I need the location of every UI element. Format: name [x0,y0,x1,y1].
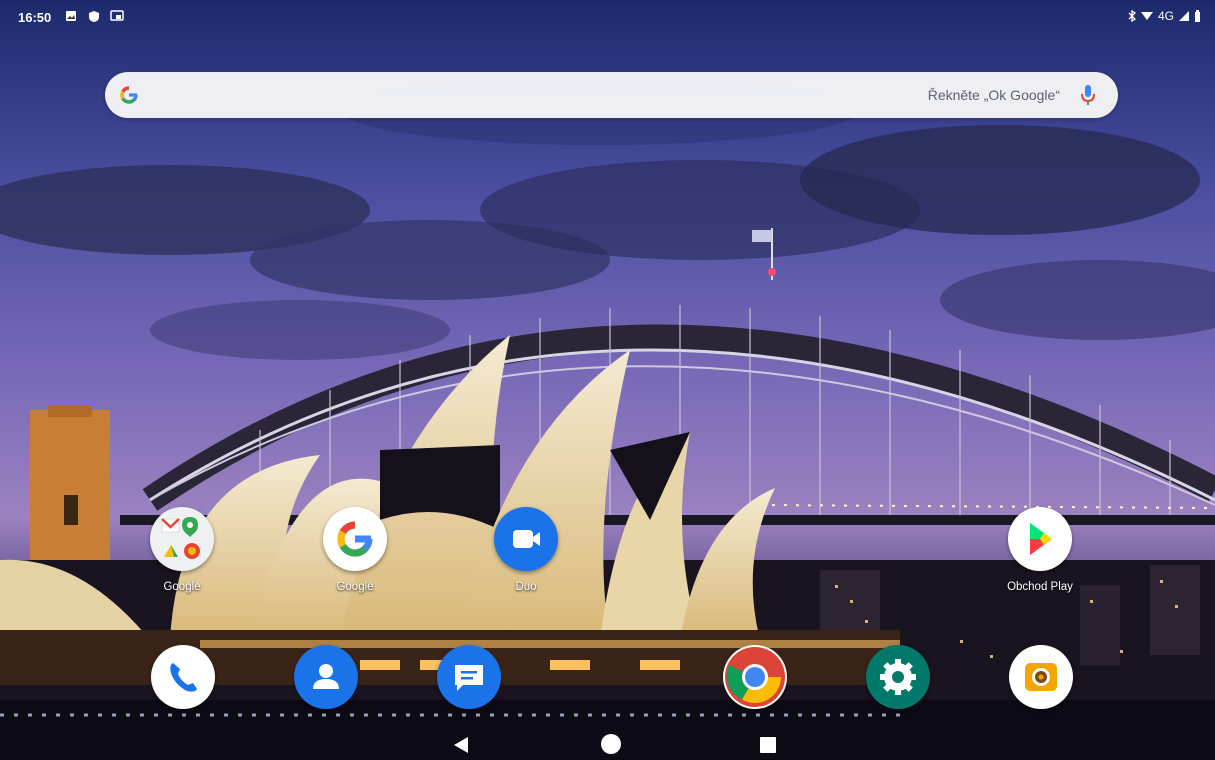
camera-icon [1009,645,1073,709]
mic-icon[interactable] [1080,83,1096,107]
cast-icon [110,10,124,21]
dock-phone[interactable] [143,645,223,709]
wifi-icon [1140,12,1153,20]
home-icon[interactable] [600,733,622,755]
battery-icon [1195,10,1200,22]
status-bar: 16:50 4G [0,0,1215,34]
network-type: 4G [1157,9,1174,23]
app-label: Google [336,581,374,593]
messages-icon [437,645,501,709]
contacts-icon [294,645,358,709]
chrome-icon [723,645,787,709]
bluetooth-icon [1128,10,1136,22]
clock: 16:50 [18,10,52,25]
app-label: Duo [515,581,537,593]
dock-messages[interactable] [429,645,509,709]
duo-icon [494,507,558,571]
google-search-bar[interactable]: Řekněte „Ok Google“ [105,72,1118,118]
app-label: Google [163,581,201,593]
search-hint: Řekněte „Ok Google“ [927,87,1060,103]
phone-icon [151,645,215,709]
play-store-icon [1008,507,1072,571]
app-google-folder[interactable]: Google [142,507,222,593]
navigation-bar [0,728,1215,760]
google-folder-icon [150,507,214,571]
app-google[interactable]: Google [315,507,395,593]
app-play-store[interactable]: Obchod Play [1000,507,1080,593]
dock-contacts[interactable] [286,645,366,709]
google-g-icon[interactable] [117,83,141,107]
dock-settings[interactable] [858,645,938,709]
image-icon [66,11,76,21]
dock-chrome[interactable] [715,645,795,709]
signal-icon [1179,11,1189,21]
shield-icon [89,11,99,22]
dock-camera[interactable] [1001,645,1081,709]
back-icon[interactable] [452,736,470,754]
google-app-icon [323,507,387,571]
recents-icon[interactable] [760,737,776,753]
app-duo[interactable]: Duo [486,507,566,593]
app-label: Obchod Play [1007,581,1073,593]
settings-icon [866,645,930,709]
